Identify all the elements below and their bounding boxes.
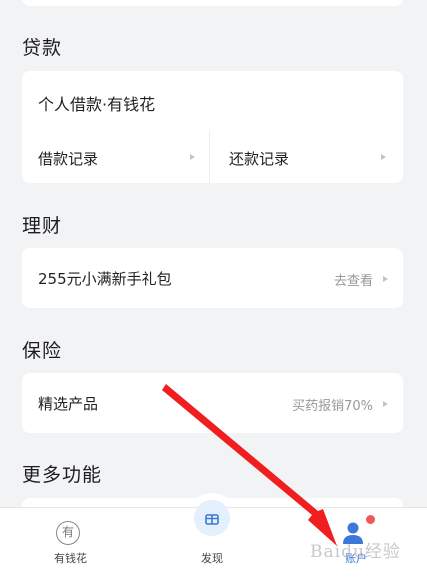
section-title-more: 更多功能 xyxy=(22,464,103,486)
section-title-insurance: 保险 xyxy=(22,340,63,362)
top-card-remnant xyxy=(22,0,403,6)
nav-item-youqianhua[interactable]: 有 有钱花 xyxy=(30,508,110,582)
finance-card[interactable]: 255元小满新手礼包 去查看 xyxy=(22,248,403,308)
chevron-right-icon xyxy=(190,154,195,160)
discover-button[interactable] xyxy=(194,500,230,536)
borrow-record-link[interactable]: 借款记录 xyxy=(38,148,98,169)
loan-links-row: 借款记录 还款记录 xyxy=(22,131,403,183)
chevron-right-icon xyxy=(381,154,386,160)
finance-hint: 去查看 xyxy=(333,274,373,289)
loan-product[interactable]: 个人借款·有钱花 xyxy=(38,91,155,115)
insurance-card[interactable]: 精选产品 买药报销70% xyxy=(22,373,403,433)
chevron-right-icon xyxy=(383,401,388,407)
divider xyxy=(209,131,210,183)
chevron-right-icon xyxy=(383,276,388,282)
section-title-loan: 贷款 xyxy=(22,37,63,59)
youqianhua-icon: 有 xyxy=(56,521,80,545)
insurance-hint: 买药报销70% xyxy=(292,399,373,414)
finance-item: 255元小满新手礼包 xyxy=(38,270,172,288)
loan-card: 个人借款·有钱花 借款记录 还款记录 xyxy=(22,71,403,183)
insurance-item: 精选产品 xyxy=(38,395,99,413)
baidu-watermark: Baidu经验 xyxy=(310,542,401,562)
gift-icon xyxy=(205,514,219,525)
repay-record-link[interactable]: 还款记录 xyxy=(229,148,289,169)
notification-badge xyxy=(366,515,375,524)
section-title-finance: 理财 xyxy=(22,215,63,237)
nav-label-youqianhua: 有钱花 xyxy=(54,552,87,565)
nav-label-discover: 发现 xyxy=(201,552,223,565)
